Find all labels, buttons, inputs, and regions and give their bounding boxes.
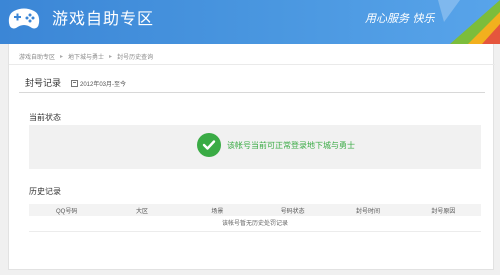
table-header: QQ号码 大区 场景 号码状态 封号时间 封号原因 bbox=[29, 204, 481, 216]
site-title: 游戏自助专区 bbox=[52, 11, 155, 28]
column-header-ban-reason: 封号原因 bbox=[431, 208, 456, 215]
status-text: 该帐号当前可正常登录地下城与勇士 bbox=[227, 140, 355, 150]
content-panel: 游戏自助专区 ▸ 地下城与勇士 ▸ 封号历史查询 封号记录 2012年03月-至… bbox=[8, 44, 495, 270]
calendar-icon bbox=[71, 80, 78, 87]
period-text: 2012年03月-至今 bbox=[80, 82, 127, 88]
period-label: 2012年03月-至今 bbox=[71, 79, 126, 88]
breadcrumb: 游戏自助专区 ▸ 地下城与勇士 ▸ 封号历史查询 bbox=[19, 52, 153, 61]
decoration-graphic bbox=[438, 0, 500, 44]
column-header-region: 大区 bbox=[135, 208, 148, 215]
current-status-title: 当前状态 bbox=[29, 113, 61, 122]
top-banner: 游戏自助专区 用心服务 快乐 bbox=[0, 0, 500, 44]
table-empty-row: 该帐号暂无历史处罚记录 bbox=[29, 216, 481, 232]
divider bbox=[9, 64, 495, 65]
column-header-status: 号码状态 bbox=[280, 208, 305, 215]
checkmark-icon bbox=[197, 133, 221, 157]
section-title: 封号记录 bbox=[25, 78, 62, 88]
history-title: 历史记录 bbox=[29, 187, 61, 196]
breadcrumb-separator-icon: ▸ bbox=[109, 54, 113, 60]
column-header-qq: QQ号码 bbox=[55, 208, 78, 215]
column-header-ban-time: 封号时间 bbox=[355, 208, 380, 215]
breadcrumb-separator-icon: ▸ bbox=[60, 54, 64, 60]
status-box: 该帐号当前可正常登录地下城与勇士 bbox=[29, 125, 481, 169]
gamepad-icon bbox=[6, 3, 42, 33]
breadcrumb-current: 封号历史查询 bbox=[117, 55, 154, 61]
status-message: 该帐号当前可正常登录地下城与勇士 bbox=[197, 133, 355, 157]
divider bbox=[19, 92, 485, 93]
breadcrumb-home[interactable]: 游戏自助专区 bbox=[19, 52, 55, 61]
breadcrumb-game[interactable]: 地下城与勇士 bbox=[68, 52, 104, 61]
column-header-scene: 场景 bbox=[211, 208, 224, 215]
history-table: QQ号码 大区 场景 号码状态 封号时间 封号原因 该帐号暂无历史处罚记录 bbox=[29, 204, 481, 232]
